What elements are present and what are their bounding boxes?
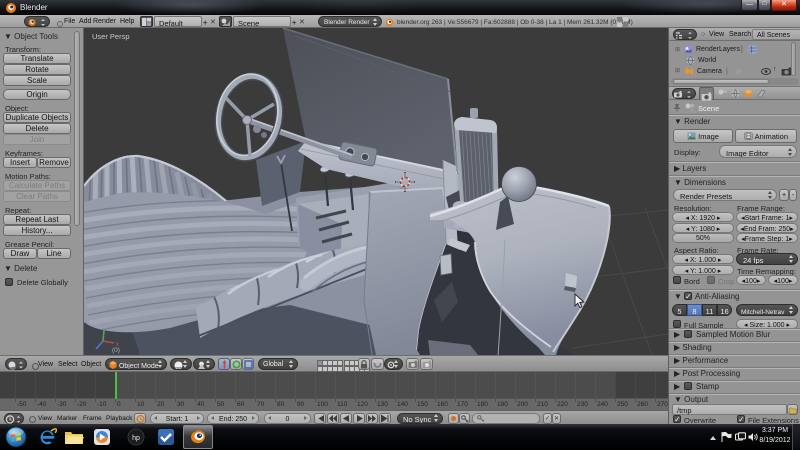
svg-text:hp: hp xyxy=(132,435,140,442)
